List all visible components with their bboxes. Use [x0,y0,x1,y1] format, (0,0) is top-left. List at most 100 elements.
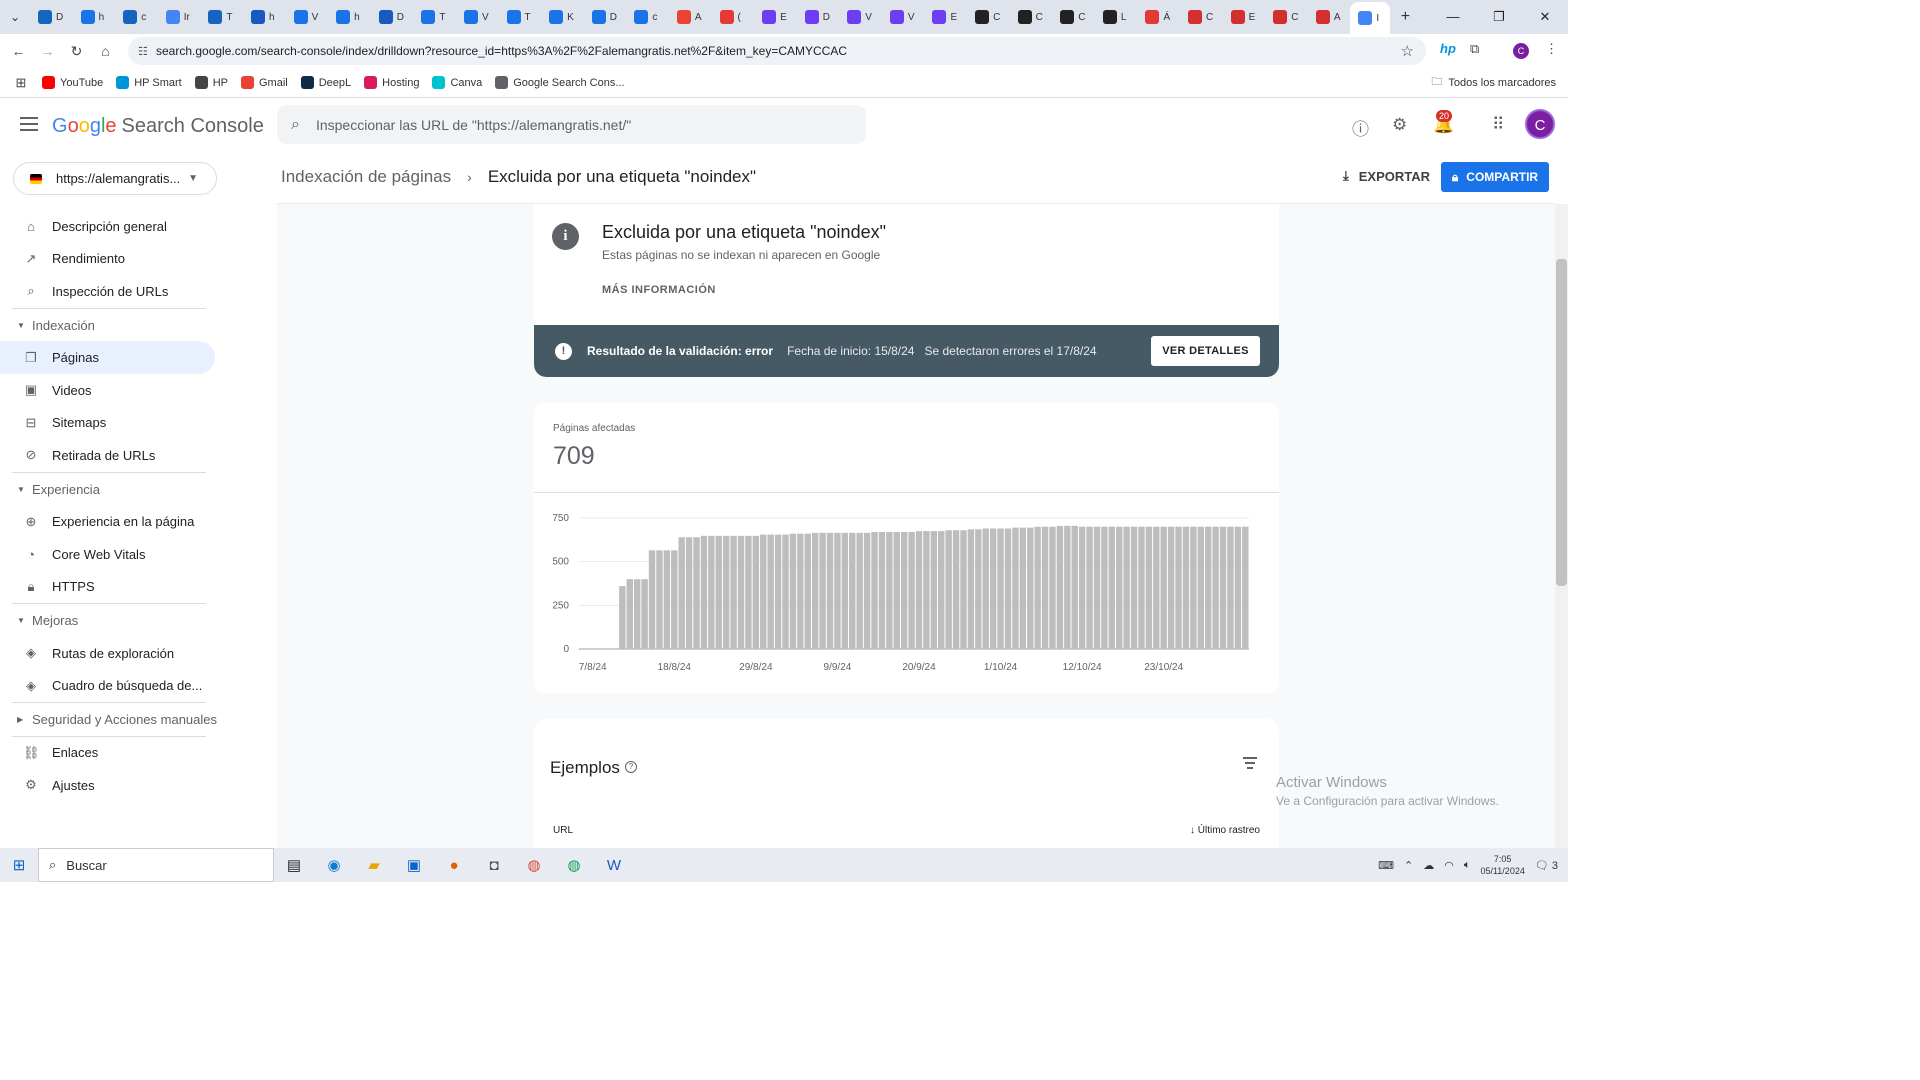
chart-bar[interactable] [1019,527,1027,649]
file-explorer-icon[interactable]: ▰ [354,856,394,874]
chart-bar[interactable] [722,535,730,649]
chrome-profile-icon[interactable]: ◍ [554,856,594,874]
chart-bar[interactable] [1004,528,1012,649]
tab-search-chevron-icon[interactable]: ⌄ [0,10,30,24]
bookmark-item[interactable]: HP Smart [116,76,182,89]
home-button[interactable]: ⌂ [91,43,120,59]
sidebar-item-core-web-vitals[interactable]: ◔ Core Web Vitals [0,538,230,571]
bookmark-item[interactable]: DeepL [300,76,351,89]
user-settings-icon[interactable]: ⚙ [1392,115,1407,135]
chart-bar[interactable] [678,537,685,649]
chart-bar[interactable] [1108,526,1116,649]
sidebar-section-security[interactable]: ▶ Seguridad y Acciones manuales [0,703,230,736]
sidebar-section-enhancements[interactable]: ▼ Mejoras [0,604,230,637]
browser-tab[interactable]: Ir [158,4,201,30]
sidebar-item-removals[interactable]: ⊘ Retirada de URLs [0,439,230,472]
chart-bar[interactable] [952,530,960,649]
browser-tab[interactable]: L [1095,4,1138,30]
chart-bar[interactable] [663,550,671,649]
scrollbar-thumb[interactable] [1556,259,1567,586]
chart-bar[interactable] [893,531,900,649]
browser-tab[interactable]: h [73,4,116,30]
export-button[interactable]: ⤓ EXPORTAR [1343,168,1430,184]
sidebar-item-pages[interactable]: ❐ Páginas [0,341,215,374]
browser-tab[interactable]: h [328,4,371,30]
extensions-icon[interactable]: ⧉ [1470,41,1479,57]
chart-bar[interactable] [656,550,663,649]
chart-bar[interactable] [1138,526,1145,649]
chart-bar[interactable] [1197,526,1205,649]
chart-bar[interactable] [1056,525,1064,649]
restore-button[interactable]: ❐ [1476,0,1522,34]
chart-bar[interactable] [1227,526,1234,649]
sidebar-item-breadcrumbs[interactable]: ◈ Rutas de exploración [0,637,230,670]
sidebar-item-sitemaps[interactable]: ⊟ Sitemaps [0,407,230,440]
chart-bar[interactable] [834,532,841,649]
browser-tab[interactable]: Á [1137,4,1180,30]
chart-bar[interactable] [767,534,774,649]
all-bookmarks[interactable]: 🗀 Todos los marcadores [1431,73,1556,92]
browser-tab[interactable]: D [30,4,73,30]
chart-bar[interactable] [886,531,893,649]
chart-bar[interactable] [945,530,952,649]
browser-tab[interactable]: T [499,4,542,30]
chart-bar[interactable] [626,579,633,649]
chart-bar[interactable] [715,535,722,649]
browser-tab[interactable]: E [1223,4,1266,30]
chart-bar[interactable] [841,532,849,649]
task-view-icon[interactable]: ▤ [274,856,314,874]
browser-tab[interactable]: D [797,4,840,30]
sidebar-section-indexing[interactable]: ▼ Indexación [0,309,230,342]
chart-bar[interactable] [685,537,693,649]
browser-tab[interactable]: T [200,4,243,30]
browser-tab[interactable]: D [371,4,414,30]
chart-bar[interactable] [745,535,752,649]
browser-tab[interactable]: C [967,4,1010,30]
chart-bar[interactable] [960,530,967,649]
help-icon[interactable]: ⓘ [1352,115,1369,140]
chart-bar[interactable] [1116,526,1123,649]
last-crawl-column-header[interactable]: ↓ Último rastreo [1190,825,1260,836]
property-selector[interactable]: https://alemangratis... ▼ [13,162,217,195]
bookmark-item[interactable]: HP [194,76,228,89]
browser-tab[interactable]: K [541,4,584,30]
browser-tab[interactable]: ( [712,4,755,30]
chart-bar[interactable] [1071,525,1078,649]
chart-bar[interactable] [760,534,767,649]
chart-bar[interactable] [1049,526,1056,649]
search-console-logo[interactable]: Google Search Console [52,115,264,138]
chart-bar[interactable] [819,532,826,649]
chart-bar[interactable] [811,532,819,649]
profile-avatar[interactable]: C [1513,43,1529,59]
browser-tab[interactable]: I✕ [1350,2,1391,34]
chart-bar[interactable] [633,579,641,649]
browser-tab[interactable]: T [413,4,456,30]
chart-bar[interactable] [641,579,648,649]
chart-bar[interactable] [923,531,930,649]
chart-bar[interactable] [900,531,908,649]
bookmark-item[interactable]: Hosting [364,76,419,89]
chart-bar[interactable] [982,528,989,649]
browser-tab[interactable]: C [1180,4,1223,30]
chart-bar[interactable] [1130,526,1138,649]
browser-tab[interactable]: V [882,4,925,30]
sidebar-item-performance[interactable]: ↗ Rendimiento [0,243,230,276]
close-window-button[interactable]: ✕ [1522,0,1568,34]
browser-tab[interactable]: E [924,4,967,30]
chart-bar[interactable] [1041,526,1049,649]
share-button[interactable]: 🔒︎ COMPARTIR [1441,162,1549,192]
chart-bar[interactable] [1190,526,1197,649]
more-info-link[interactable]: MÁS INFORMACIÓN [602,284,716,296]
chart-bar[interactable] [908,531,915,649]
browser-tab[interactable]: h [243,4,286,30]
browser-tab[interactable]: D [584,4,627,30]
sidebar-item-https[interactable]: 🔒︎ HTTPS [0,571,230,604]
chart-bar[interactable] [1167,526,1175,649]
browser-tab[interactable]: C [1052,4,1095,30]
back-button[interactable]: ← [4,43,33,59]
browser-tab[interactable]: A [669,4,712,30]
chart-bar[interactable] [1242,526,1249,649]
chart-bar[interactable] [967,529,975,649]
chart-bar[interactable] [648,550,656,649]
sidebar-item-page-experience[interactable]: ⊕ Experiencia en la página [0,505,230,538]
